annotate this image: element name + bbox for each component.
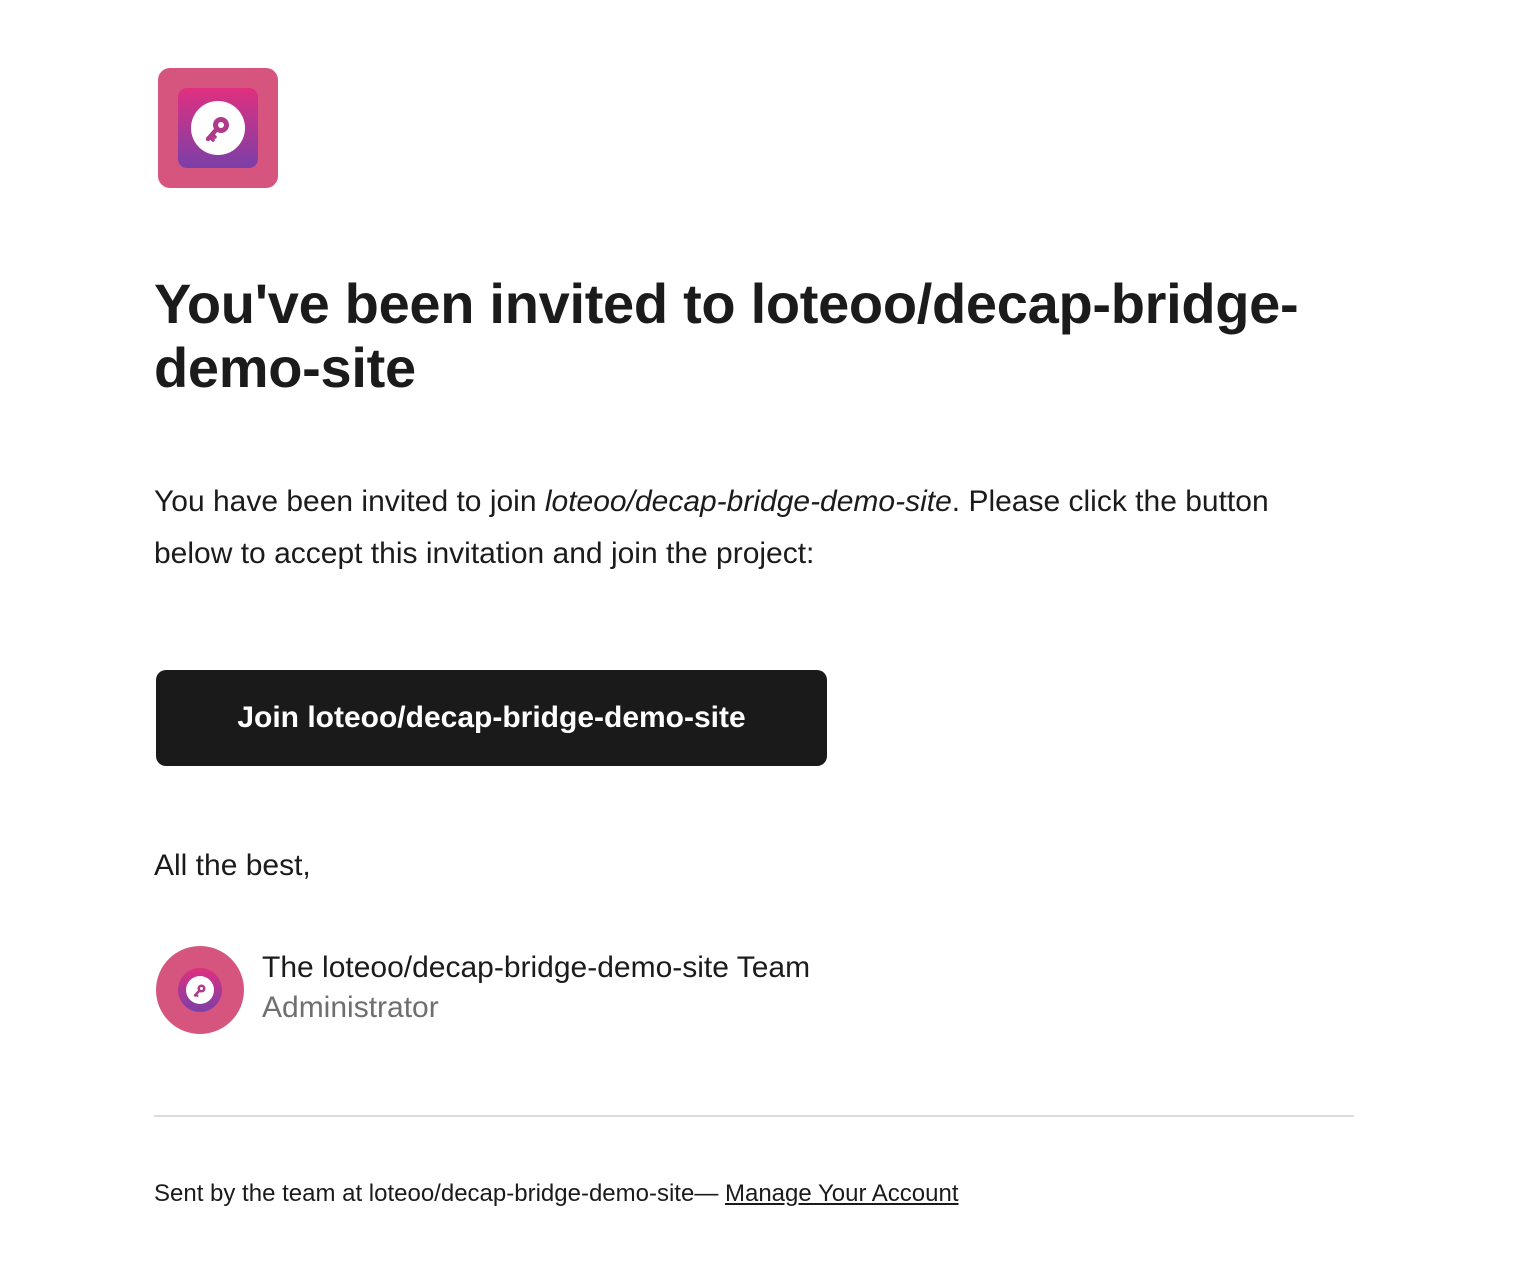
signature-team-name: The loteoo/decap-bridge-demo-site Team: [262, 951, 811, 984]
invite-message: You have been invited to join loteoo/dec…: [154, 476, 1354, 580]
team-avatar: [156, 946, 244, 1034]
invite-headline: You've been invited to loteoo/decap-brid…: [154, 272, 1299, 399]
signature-role: Administrator: [262, 991, 439, 1024]
email-footer: Sent by the team at loteoo/decap-bridge-…: [154, 1178, 959, 1210]
team-avatar-inner: [178, 968, 222, 1012]
join-project-button[interactable]: Join loteoo/decap-bridge-demo-site: [156, 670, 827, 766]
app-logo: [158, 68, 278, 188]
invite-project-name: loteoo/decap-bridge-demo-site: [544, 485, 952, 518]
footer-divider: [154, 1115, 1354, 1117]
signoff-text: All the best,: [154, 849, 311, 882]
manage-account-link[interactable]: Manage Your Account: [725, 1180, 959, 1207]
app-logo-inner: [178, 88, 258, 168]
invite-message-prefix: You have been invited to join: [154, 485, 545, 518]
key-icon: [186, 976, 214, 1004]
key-icon: [191, 101, 245, 155]
footer-sent-by: Sent by the team at loteoo/decap-bridge-…: [154, 1180, 725, 1207]
